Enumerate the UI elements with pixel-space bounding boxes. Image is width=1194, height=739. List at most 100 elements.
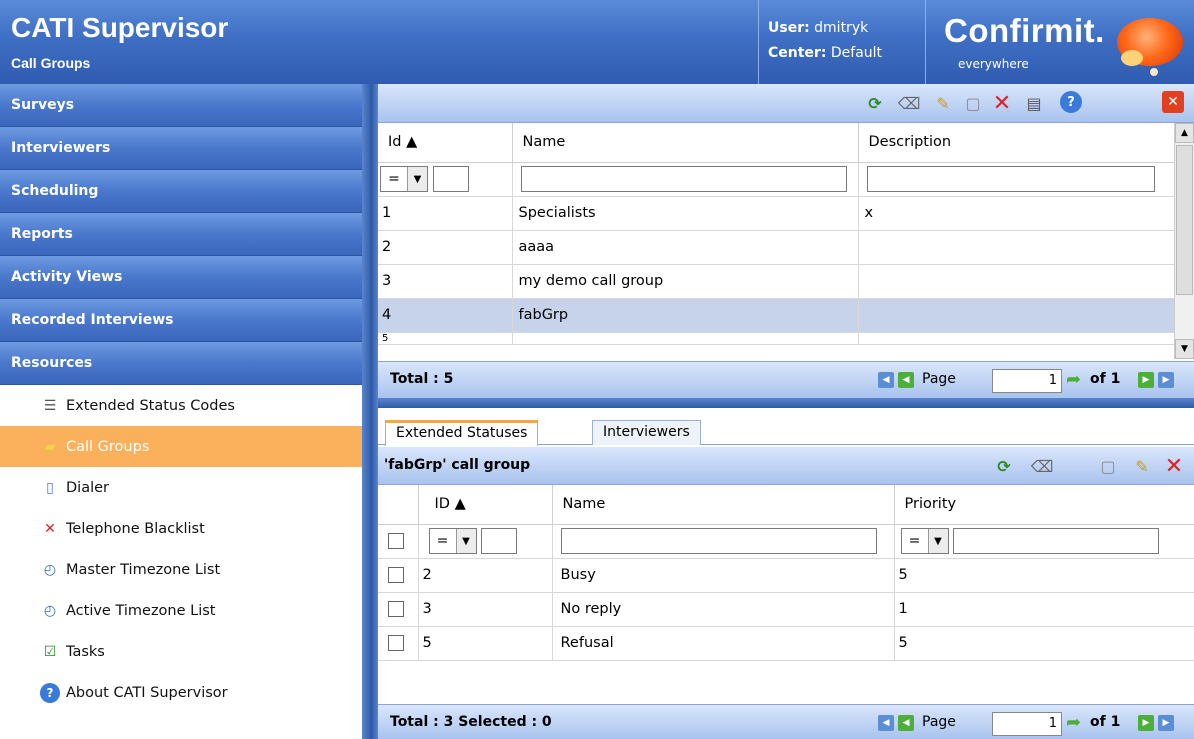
table-row[interactable]: 1 Specialists x xyxy=(378,196,1175,231)
column-header-priority[interactable]: Priority xyxy=(894,485,1194,525)
page-number-input[interactable]: 1 xyxy=(992,712,1062,736)
help-icon[interactable]: ? xyxy=(1060,91,1082,113)
first-page-icon[interactable]: ◀ xyxy=(878,372,894,388)
logo-bubble-small xyxy=(1121,50,1143,66)
refresh-icon[interactable]: ⟳ xyxy=(863,91,887,115)
new-icon[interactable]: ▢ xyxy=(1096,454,1120,478)
table-row[interactable]: 2 Busy 5 xyxy=(378,558,1194,593)
go-page-icon[interactable]: ➦ xyxy=(1066,712,1081,733)
go-page-icon[interactable]: ➦ xyxy=(1066,369,1081,390)
filter-operator-select[interactable]: = ▼ xyxy=(900,528,949,554)
sidebar-item-label: Master Timezone List xyxy=(66,561,221,578)
filter-cell-id: = ▼ xyxy=(418,524,553,559)
sidebar-item-label: Tasks xyxy=(66,643,105,660)
last-page-icon[interactable]: ▶ xyxy=(1158,715,1174,731)
select-all-checkbox[interactable] xyxy=(388,533,404,549)
detail-pager: Total : 3 Selected : 0 ◀ ◀ Page 1 ➦ of 1… xyxy=(378,704,1194,739)
last-page-icon[interactable]: ▶ xyxy=(1158,372,1174,388)
page-number-input[interactable]: 1 xyxy=(992,369,1062,393)
nav-interviewers[interactable]: Interviewers xyxy=(0,127,362,170)
table-row[interactable]: 3 my demo call group xyxy=(378,264,1175,299)
filter-name-input[interactable] xyxy=(560,528,877,554)
table-row[interactable]: 2 aaaa xyxy=(378,230,1175,265)
detail-toolbar: 'fabGrp' call group ⟳ ⌫ ▢ ✎ ✕ xyxy=(378,447,1194,485)
prev-page-icon[interactable]: ◀ xyxy=(898,715,914,731)
delete-icon[interactable]: ✕ xyxy=(1162,454,1186,479)
scroll-thumb[interactable] xyxy=(1176,145,1193,295)
filter-id-input[interactable] xyxy=(481,528,518,554)
prev-page-icon[interactable]: ◀ xyxy=(898,372,914,388)
sidebar-item-label: About CATI Supervisor xyxy=(66,684,228,701)
row-checkbox[interactable] xyxy=(388,567,404,583)
splitter-vertical[interactable] xyxy=(362,84,378,739)
nav-scheduling[interactable]: Scheduling xyxy=(0,170,362,213)
properties-icon[interactable]: ▤ xyxy=(1022,91,1046,115)
nav-surveys[interactable]: Surveys xyxy=(0,84,362,127)
column-header-id[interactable]: ID ▲ xyxy=(418,485,553,525)
groups-toolbar: ⟳ ⌫ ✎ ▢ ✕ ▤ ? ✕ xyxy=(378,84,1194,123)
edit-icon[interactable]: ✎ xyxy=(931,91,955,115)
sidebar-item-master-timezone-list[interactable]: ◴ Master Timezone List xyxy=(0,549,362,590)
filter-cell-name xyxy=(552,524,895,559)
row-checkbox[interactable] xyxy=(388,601,404,617)
table-row-partial[interactable]: 5 xyxy=(378,332,1175,345)
next-page-icon[interactable]: ▶ xyxy=(1138,715,1154,731)
first-page-icon[interactable]: ◀ xyxy=(878,715,894,731)
page-label: Page xyxy=(922,714,956,730)
main-panel: ⟳ ⌫ ✎ ▢ ✕ ▤ ? ✕ Id ▲ Name Description = ▼… xyxy=(378,84,1194,739)
filter-cell-priority: = ▼ xyxy=(894,524,1194,559)
table-row[interactable]: 5 Refusal 5 xyxy=(378,626,1194,661)
sidebar-item-call-groups[interactable]: ▰ Call Groups xyxy=(0,426,362,467)
logo-dot xyxy=(1150,68,1158,76)
cell-id: 5 xyxy=(378,332,513,345)
scroll-up-icon[interactable]: ▲ xyxy=(1175,123,1194,143)
column-header-id[interactable]: Id ▲ xyxy=(378,123,513,163)
sidebar-item-label: Call Groups xyxy=(66,438,150,455)
close-icon[interactable]: ✕ xyxy=(1162,91,1184,113)
filter-operator-select[interactable]: = ▼ xyxy=(380,166,428,192)
tasks-icon: ☑ xyxy=(43,643,57,660)
chevron-down-icon: ▼ xyxy=(407,167,427,191)
tab-interviewers[interactable]: Interviewers xyxy=(592,420,701,445)
sidebar-item-tasks[interactable]: ☑ Tasks xyxy=(0,631,362,672)
filter-name-input[interactable] xyxy=(520,166,847,192)
eraser-icon[interactable]: ⌫ xyxy=(1030,454,1054,478)
row-select-cell xyxy=(378,558,419,593)
filter-id-input[interactable] xyxy=(432,166,469,192)
new-icon[interactable]: ▢ xyxy=(961,91,985,115)
refresh-icon[interactable]: ⟳ xyxy=(992,454,1016,478)
page-of-label: of 1 xyxy=(1090,371,1121,387)
next-page-icon[interactable]: ▶ xyxy=(1138,372,1154,388)
filter-operator-select[interactable]: = ▼ xyxy=(428,528,477,554)
nav-recorded-interviews[interactable]: Recorded Interviews xyxy=(0,299,362,342)
scroll-down-icon[interactable]: ▼ xyxy=(1175,339,1194,359)
cell-id: 2 xyxy=(418,558,553,593)
table-row-selected[interactable]: 4 fabGrp xyxy=(378,298,1175,333)
filter-description-input[interactable] xyxy=(866,166,1155,192)
cell-name xyxy=(512,332,859,345)
sidebar-item-active-timezone-list[interactable]: ◴ Active Timezone List xyxy=(0,590,362,631)
table-row[interactable]: 3 No reply 1 xyxy=(378,592,1194,627)
edit-icon[interactable]: ✎ xyxy=(1130,454,1154,478)
delete-icon[interactable]: ✕ xyxy=(990,91,1014,116)
eraser-icon[interactable]: ⌫ xyxy=(897,91,921,115)
user-info: User: dmitryk Center: Default xyxy=(758,0,926,84)
splitter-horizontal[interactable] xyxy=(378,398,1194,408)
filter-cell-name xyxy=(512,162,859,197)
sidebar-item-dialer[interactable]: ▯ Dialer xyxy=(0,467,362,508)
column-header-name[interactable]: Name xyxy=(552,485,895,525)
nav-resources[interactable]: Resources xyxy=(0,342,362,385)
sidebar-item-telephone-blacklist[interactable]: ✕ Telephone Blacklist xyxy=(0,508,362,549)
groups-scrollbar[interactable]: ▲ ▼ xyxy=(1174,123,1194,359)
sidebar-item-about[interactable]: ? About CATI Supervisor xyxy=(0,672,362,713)
sidebar-item-extended-status-codes[interactable]: ☰ Extended Status Codes xyxy=(0,385,362,426)
cell-name: Busy xyxy=(552,558,895,593)
detail-title: 'fabGrp' call group xyxy=(384,457,531,473)
column-header-description[interactable]: Description xyxy=(858,123,1175,163)
column-header-name[interactable]: Name xyxy=(512,123,859,163)
nav-reports[interactable]: Reports xyxy=(0,213,362,256)
nav-activity-views[interactable]: Activity Views xyxy=(0,256,362,299)
row-checkbox[interactable] xyxy=(388,635,404,651)
tab-extended-statuses[interactable]: Extended Statuses xyxy=(385,420,539,446)
filter-priority-input[interactable] xyxy=(953,528,1160,554)
